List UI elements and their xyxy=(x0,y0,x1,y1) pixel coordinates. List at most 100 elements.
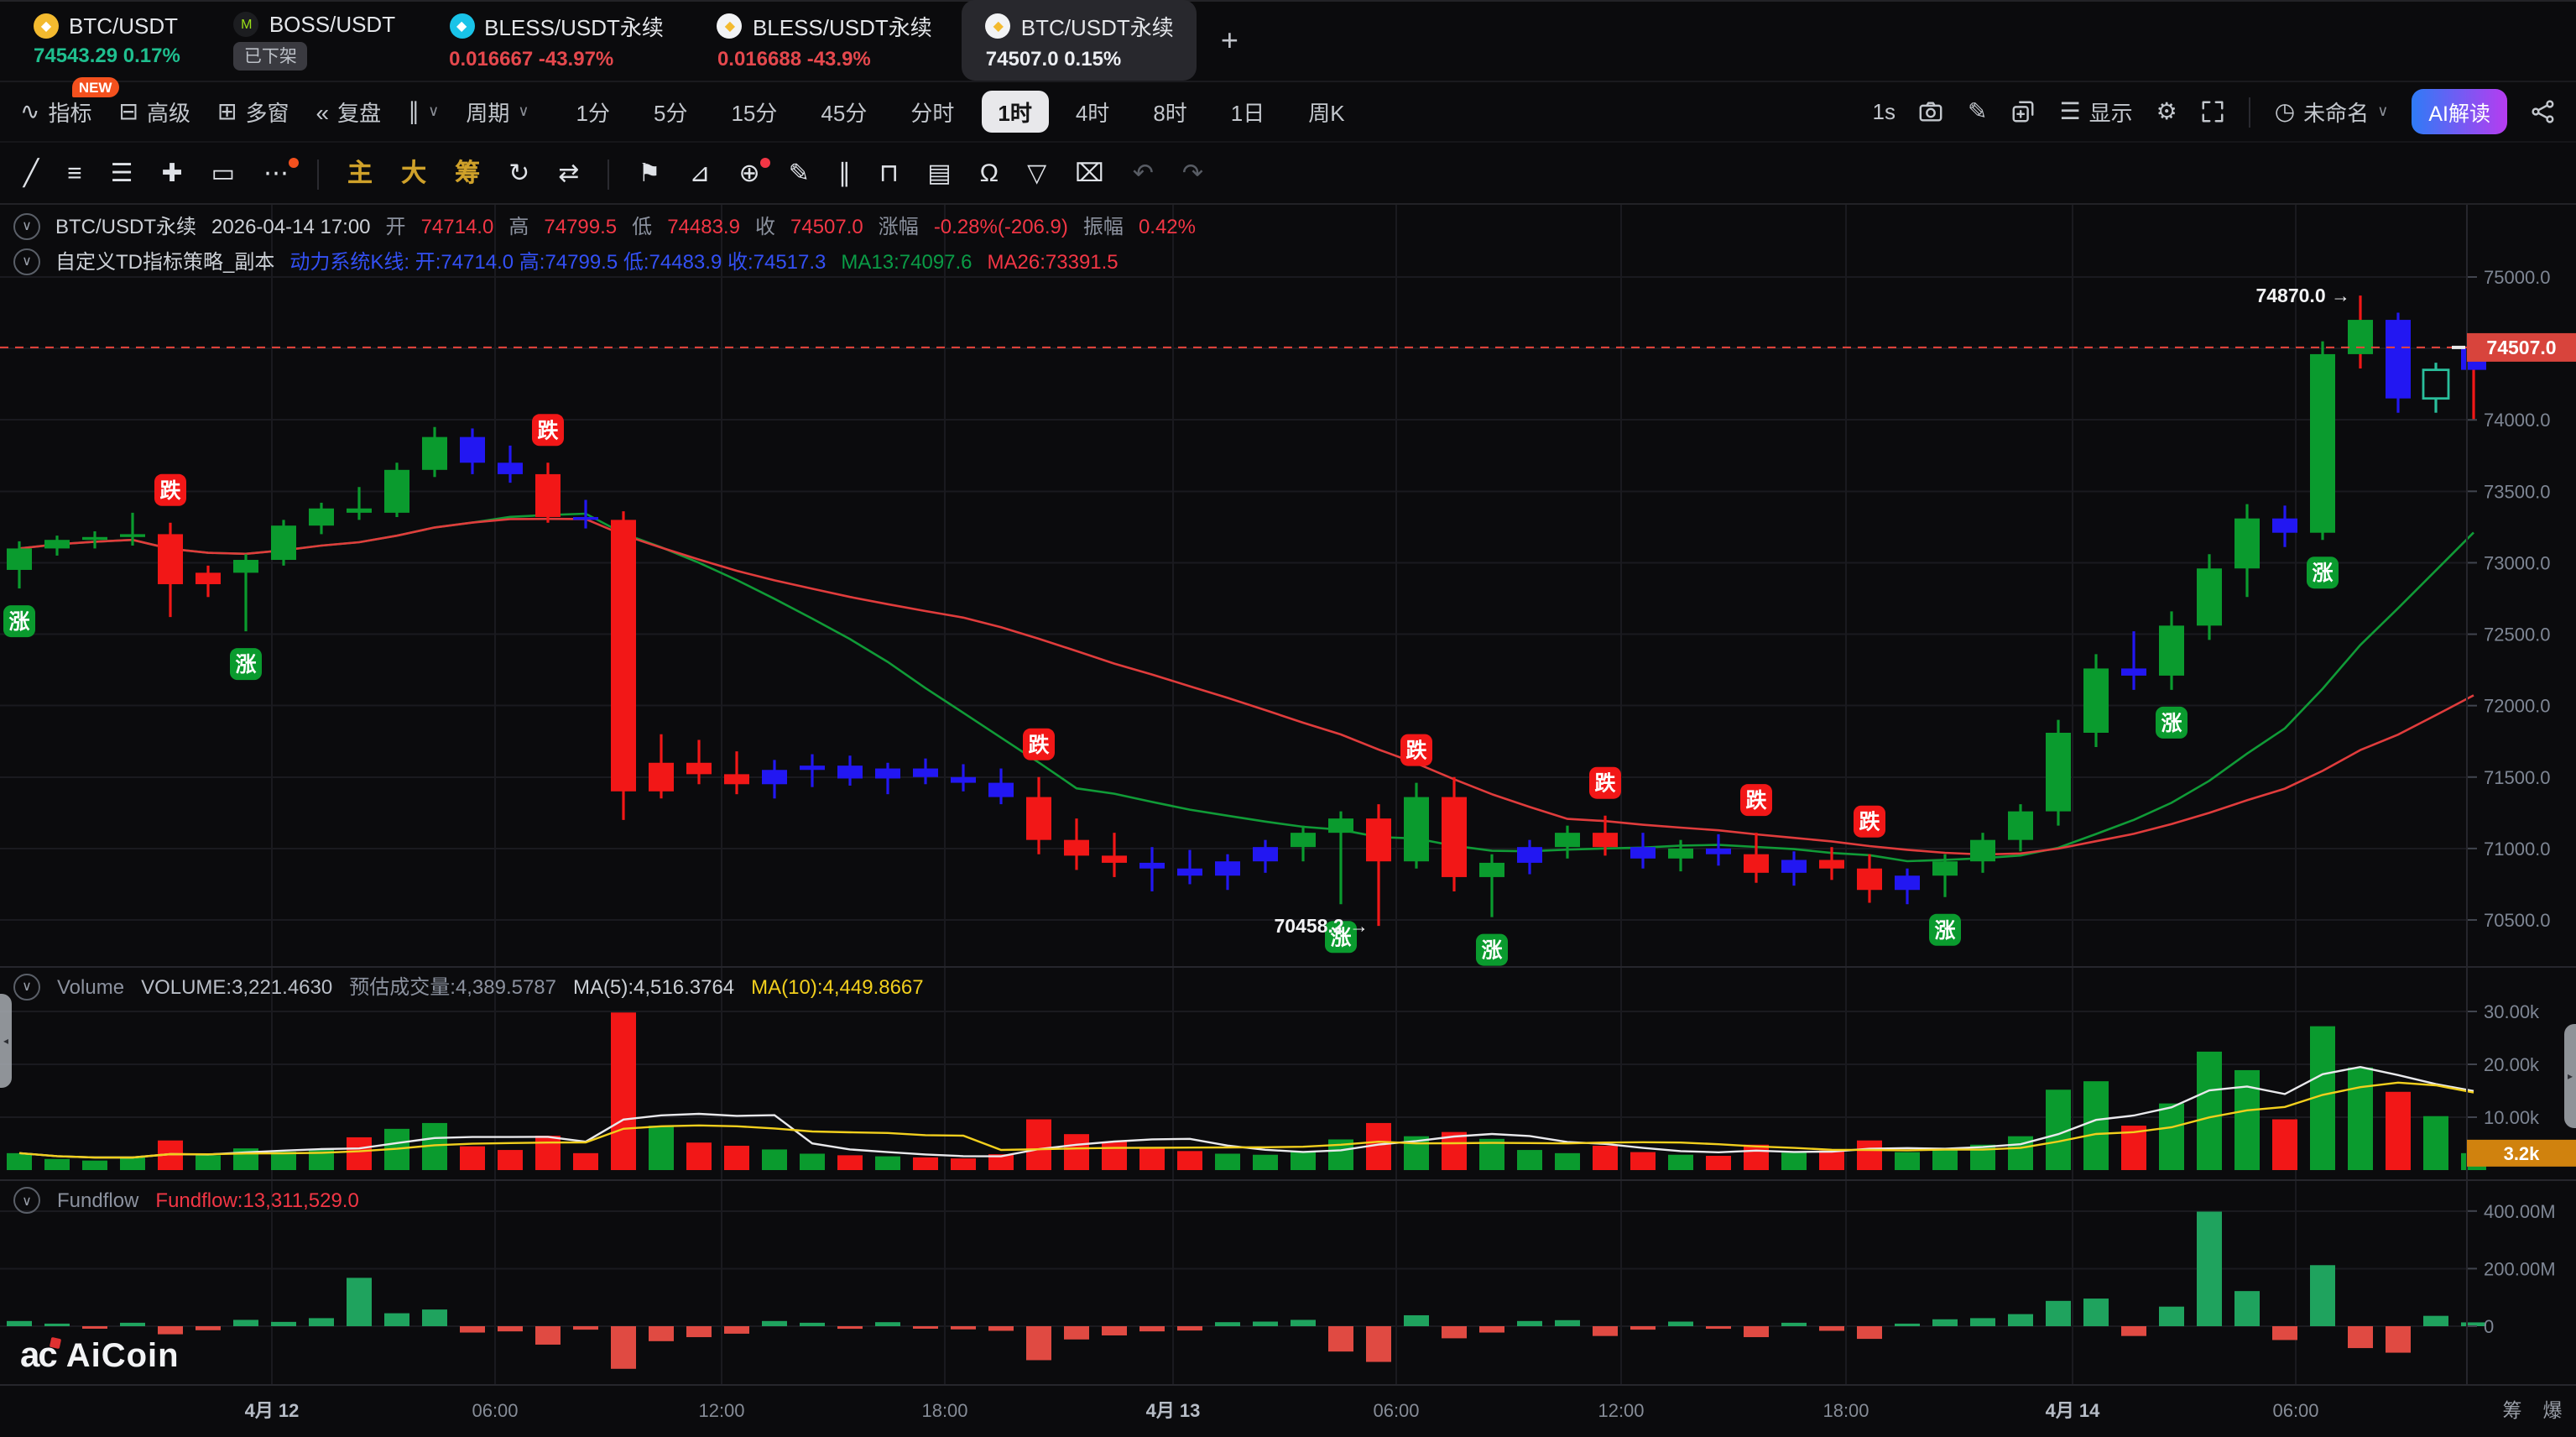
settings-icon: ⚙ xyxy=(2156,97,2177,126)
period-1时[interactable]: 1时 xyxy=(981,91,1048,133)
period-1分[interactable]: 1分 xyxy=(560,91,627,133)
tab-btc-usdt[interactable]: ◆BTC/USDT74543.29 0.17% xyxy=(10,0,204,81)
info-segment: Fundflow:13,311,529.0 xyxy=(155,1189,358,1212)
tab-list: ◆BTC/USDT74543.29 0.17%MBOSS/USDT已下架◆BLE… xyxy=(10,0,1204,81)
svg-text:74000.0: 74000.0 xyxy=(2484,410,2551,431)
chart-area[interactable]: 涨跌涨跌跌涨跌涨跌跌跌涨涨涨74870.0 →70458.2 →75000.07… xyxy=(0,205,2576,1437)
cross-tool[interactable]: ✚ xyxy=(162,161,183,186)
tab-symbol-label: BTC/USDT永续 xyxy=(1021,10,1174,42)
kline-edit-icon[interactable]: ↻ xyxy=(508,161,529,186)
fib-lines-tool[interactable]: ≡ xyxy=(67,161,82,186)
rectangle-tool[interactable]: ▭ xyxy=(211,161,235,186)
tab-bless-usdt-perp-2[interactable]: ◆BLESS/USDT永续0.016688 -43.9% xyxy=(694,0,956,81)
share-icon xyxy=(2531,99,2556,124)
trend-compare-icon[interactable]: ⇄ xyxy=(558,161,579,186)
share-icon[interactable] xyxy=(2531,99,2556,124)
display-toggle[interactable]: ☰显示 xyxy=(2059,96,2132,128)
tab-bless-usdt-perp-1[interactable]: ◆BLESS/USDT永续0.016667 -43.97% xyxy=(425,0,687,81)
order-note-icon[interactable]: ▤ xyxy=(927,161,951,186)
add-frame-icon[interactable] xyxy=(2010,99,2036,124)
lock-icon[interactable]: ⊓ xyxy=(879,161,899,186)
countdown-label[interactable]: 1s xyxy=(1873,99,1895,124)
candlestick-series: 涨跌涨跌跌涨跌涨跌跌跌涨涨涨74870.0 →70458.2 → xyxy=(3,285,2486,965)
svg-text:71500.0: 71500.0 xyxy=(2484,767,2551,788)
right-panel-handle[interactable]: ▸ xyxy=(2564,1024,2576,1128)
info-segment: 预估成交量:4,389.5787 xyxy=(349,972,556,1001)
camera-icon[interactable] xyxy=(1919,99,1944,124)
ai-analysis-button[interactable]: AI解读 xyxy=(2412,89,2507,134)
period-15分[interactable]: 15分 xyxy=(714,91,794,133)
collapse-indicator-button[interactable]: ∨ xyxy=(13,248,40,274)
fullscreen-icon[interactable] xyxy=(2201,99,2226,124)
main-chart[interactable]: 涨跌涨跌跌涨跌涨跌跌跌涨涨涨74870.0 →70458.2 →75000.07… xyxy=(0,205,2576,1437)
enlarge-button[interactable]: 大 xyxy=(401,161,426,186)
notification-dot xyxy=(760,158,770,168)
period-dropdown[interactable]: 周期∨ xyxy=(466,96,529,128)
kline-style-icon[interactable]: ∥ xyxy=(838,161,851,186)
fundflow-pane-header: ∨FundflowFundflow:13,311,529.0 xyxy=(13,1187,359,1214)
coin-icon: M xyxy=(234,11,259,36)
countdown-label-text: 1s xyxy=(1873,99,1895,124)
collapse-volume-pane-button[interactable]: ∨ xyxy=(13,973,40,1000)
period-1日[interactable]: 1日 xyxy=(1214,91,1281,133)
info-segment: 动力系统K线: 开:74714.0 高:74799.5 低:74483.9 收:… xyxy=(289,247,826,275)
trendline-tool[interactable]: ╱ xyxy=(23,161,39,186)
indicator-button[interactable]: ∿指标NEW xyxy=(20,96,92,128)
tab-boss-usdt[interactable]: MBOSS/USDT已下架 xyxy=(211,0,419,81)
edit-icon[interactable]: ✎ xyxy=(1968,97,1987,126)
info-segment: 2026-04-14 17:00 xyxy=(211,214,371,238)
period-分时[interactable]: 分时 xyxy=(894,91,971,133)
info-segment: 收 xyxy=(755,212,775,240)
period-45分[interactable]: 45分 xyxy=(804,91,884,133)
candle-style-dropdown[interactable]: ∥∨ xyxy=(408,97,439,126)
tab-price-label: 0.016667 -43.97% xyxy=(449,47,664,71)
settings-icon[interactable]: ⚙ xyxy=(2156,97,2177,126)
more-drawing-tools[interactable]: ⋯ xyxy=(263,161,289,186)
tab-btc-usdt-perp[interactable]: ◆BTC/USDT永续74507.0 0.15% xyxy=(962,0,1197,81)
brush-icon[interactable]: ✎ xyxy=(789,161,810,186)
ruler-icon[interactable]: ⊿ xyxy=(689,161,710,186)
parallel-lines-tool[interactable]: ☰ xyxy=(111,161,133,186)
info-segment: 74507.0 xyxy=(790,214,863,238)
svg-text:30.00k: 30.00k xyxy=(2484,1001,2540,1022)
period-4时[interactable]: 4时 xyxy=(1059,91,1126,133)
corner-tool-label[interactable]: 爆 xyxy=(2543,1399,2563,1421)
time-tick-label: 06:00 xyxy=(1373,1400,1419,1421)
period-周K[interactable]: 周K xyxy=(1291,91,1361,133)
time-tick-label: 18:00 xyxy=(921,1400,967,1421)
multiwindow-button-label: 多窗 xyxy=(245,96,289,128)
svg-text:74507.0: 74507.0 xyxy=(2486,337,2556,358)
left-panel-handle[interactable]: ◂ xyxy=(0,994,12,1088)
indicator-button-glyph: ∿ xyxy=(20,97,39,126)
axes[interactable]: 75000.074500.074000.073500.073000.072500… xyxy=(0,205,2576,1421)
coin-icon: ◆ xyxy=(986,13,1011,39)
display-toggle-icon: ☰ xyxy=(2059,97,2080,126)
info-segment: MA26:73391.5 xyxy=(988,249,1119,273)
workspace-selector-icon: ◷ xyxy=(2275,97,2295,126)
multiwindow-button[interactable]: ⊞多窗 xyxy=(217,96,289,128)
aicoin-logo-text: AiCoin xyxy=(66,1337,180,1376)
period-8时[interactable]: 8时 xyxy=(1136,91,1203,133)
period-5分[interactable]: 5分 xyxy=(637,91,704,133)
add-tab-button[interactable]: + xyxy=(1221,23,1238,58)
undo-icon: ↶ xyxy=(1133,161,1154,186)
tab-bar: ◆BTC/USDT74543.29 0.17%MBOSS/USDT已下架◆BLE… xyxy=(0,0,2576,81)
collapse-main-pane-button[interactable]: ∨ xyxy=(13,212,40,239)
replay-button[interactable]: «复盘 xyxy=(316,96,382,128)
collapse-fundflow-pane-button[interactable]: ∨ xyxy=(13,1187,40,1214)
magnet-icon[interactable]: Ω xyxy=(980,161,999,186)
delete-icon[interactable]: ⌧ xyxy=(1075,161,1104,186)
time-tick-label: 12:00 xyxy=(1598,1400,1644,1421)
zoom-in-icon[interactable]: ⊕ xyxy=(739,161,760,186)
coin-icon: ◆ xyxy=(449,13,474,39)
workspace-selector[interactable]: ◷未命名∨ xyxy=(2275,96,2389,128)
advanced-button[interactable]: ⊟高级 xyxy=(119,96,191,128)
svg-text:涨: 涨 xyxy=(1934,919,1955,943)
filter-icon[interactable]: ▽ xyxy=(1027,161,1046,186)
bookmark-icon[interactable]: ⚑ xyxy=(638,161,660,186)
corner-tool-label[interactable]: 筹 xyxy=(2503,1399,2522,1421)
main-chart-button[interactable]: 主 xyxy=(347,161,373,186)
svg-text:73000.0: 73000.0 xyxy=(2484,552,2551,573)
indicator-info-row: ∨自定义TD指标策略_副本动力系统K线: 开:74714.0 高:74799.5… xyxy=(13,247,1119,275)
chip-distribution-button[interactable]: 筹 xyxy=(455,161,480,186)
